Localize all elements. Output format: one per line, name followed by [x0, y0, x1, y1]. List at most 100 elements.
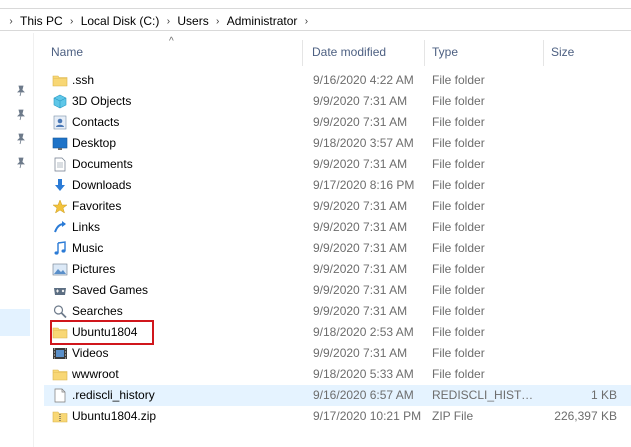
file-type: File folder — [432, 241, 485, 255]
file-name: Desktop — [72, 136, 117, 150]
column-divider[interactable] — [424, 40, 425, 66]
file-row[interactable]: .ssh 9/16/2020 4:22 AM File folder — [44, 70, 631, 91]
file-row[interactable]: Documents 9/9/2020 7:31 AM File folder — [44, 154, 631, 175]
column-header-date-modified[interactable]: Date modified — [312, 45, 386, 61]
pin-icon[interactable] — [15, 157, 27, 169]
documents-icon — [52, 157, 68, 172]
videos-icon — [52, 346, 68, 361]
pin-icon[interactable] — [15, 109, 27, 121]
column-divider[interactable] — [543, 40, 544, 66]
address-bar[interactable]: › This PC › Local Disk (C:) › Users › Ad… — [0, 8, 631, 31]
file-row[interactable]: 3D Objects 9/9/2020 7:31 AM File folder — [44, 91, 631, 112]
file-type: ZIP File — [432, 409, 474, 423]
file-date-modified: 9/17/2020 8:16 PM — [313, 178, 415, 192]
file-type: File folder — [432, 115, 485, 129]
file-type: File folder — [432, 367, 485, 381]
file-row[interactable]: Desktop 9/18/2020 3:57 AM File folder — [44, 133, 631, 154]
contacts-icon — [52, 115, 68, 130]
file-type: File folder — [432, 157, 485, 171]
file-date-modified: 9/9/2020 7:31 AM — [313, 157, 408, 171]
file-date-modified: 9/18/2020 5:33 AM — [313, 367, 414, 381]
3d-objects-icon — [52, 94, 68, 109]
chevron-right-icon[interactable]: › — [300, 13, 312, 29]
folder-icon — [52, 325, 68, 340]
file-row[interactable]: Contacts 9/9/2020 7:31 AM File folder — [44, 112, 631, 133]
file-name: 3D Objects — [72, 94, 132, 108]
file-date-modified: 9/9/2020 7:31 AM — [313, 199, 408, 213]
breadcrumb-local-disk[interactable]: Local Disk (C:) — [78, 14, 163, 28]
file-row[interactable]: Pictures 9/9/2020 7:31 AM File folder — [44, 259, 631, 280]
chevron-right-icon[interactable]: › — [162, 13, 174, 29]
file-row[interactable]: Downloads 9/17/2020 8:16 PM File folder — [44, 175, 631, 196]
column-header-name[interactable]: Name — [51, 45, 83, 61]
file-date-modified: 9/9/2020 7:31 AM — [313, 220, 408, 234]
file-type: File folder — [432, 220, 485, 234]
file-name: Downloads — [72, 178, 132, 192]
file-list: .ssh 9/16/2020 4:22 AM File folder 3D Objec… — [44, 70, 631, 427]
chevron-right-icon[interactable]: › — [5, 13, 17, 29]
chevron-right-icon[interactable]: › — [66, 13, 78, 29]
file-name: Searches — [72, 304, 123, 318]
file-name: wwwroot — [72, 367, 119, 381]
file-date-modified: 9/9/2020 7:31 AM — [313, 283, 408, 297]
file-date-modified: 9/18/2020 2:53 AM — [313, 325, 414, 339]
breadcrumb-administrator[interactable]: Administrator — [224, 14, 301, 28]
music-icon — [52, 241, 68, 256]
file-date-modified: 9/9/2020 7:31 AM — [313, 241, 408, 255]
file-row[interactable]: Ubuntu1804 9/18/2020 2:53 AM File folder — [44, 322, 631, 343]
file-row[interactable]: wwwroot 9/18/2020 5:33 AM File folder — [44, 364, 631, 385]
pin-icon[interactable] — [15, 85, 27, 97]
folder-icon — [52, 367, 68, 382]
column-header-type[interactable]: Type — [432, 45, 458, 61]
file-date-modified: 9/16/2020 6:57 AM — [313, 388, 414, 402]
file-name: Ubuntu1804 — [72, 325, 138, 339]
file-name: .rediscli_history — [72, 388, 155, 402]
navigation-pane[interactable] — [0, 33, 34, 447]
file-name: Pictures — [72, 262, 116, 276]
chevron-right-icon[interactable]: › — [212, 13, 224, 29]
file-type: File folder — [432, 178, 485, 192]
file-type: File folder — [432, 325, 485, 339]
file-row[interactable]: .rediscli_history 9/16/2020 6:57 AM REDISC… — [44, 385, 631, 406]
column-divider[interactable] — [302, 40, 303, 66]
file-date-modified: 9/9/2020 7:31 AM — [313, 94, 408, 108]
file-row[interactable]: Searches 9/9/2020 7:31 AM File folder — [44, 301, 631, 322]
file-name: Documents — [72, 157, 133, 171]
column-header-size[interactable]: Size — [551, 45, 574, 61]
downloads-icon — [52, 178, 68, 193]
file-date-modified: 9/9/2020 7:31 AM — [313, 115, 408, 129]
zip-icon — [52, 409, 68, 424]
file-date-modified: 9/9/2020 7:31 AM — [313, 262, 408, 276]
file-name: Links — [72, 220, 101, 234]
file-name: Music — [72, 241, 104, 255]
links-icon — [52, 220, 68, 235]
pictures-icon — [52, 262, 68, 277]
file-row[interactable]: Music 9/9/2020 7:31 AM File folder — [44, 238, 631, 259]
file-name: Videos — [72, 346, 109, 360]
breadcrumb-users[interactable]: Users — [174, 14, 211, 28]
file-name: .ssh — [72, 73, 95, 87]
file-row[interactable]: Videos 9/9/2020 7:31 AM File folder — [44, 343, 631, 364]
file-type: File folder — [432, 94, 485, 108]
file-row[interactable]: Favorites 9/9/2020 7:31 AM File folder — [44, 196, 631, 217]
folder-icon — [52, 73, 68, 88]
pin-icon[interactable] — [15, 133, 27, 145]
file-size: 1 KB — [590, 388, 617, 402]
file-row[interactable]: Ubuntu1804.zip 9/17/2020 10:21 PM ZIP File… — [44, 406, 631, 427]
breadcrumb-this-pc[interactable]: This PC — [17, 14, 66, 28]
file-date-modified: 9/9/2020 7:31 AM — [313, 304, 408, 318]
file-type: File folder — [432, 283, 485, 297]
file-name: Contacts — [72, 115, 120, 129]
file-date-modified: 9/16/2020 4:22 AM — [313, 73, 414, 87]
nav-item-selected[interactable] — [0, 309, 30, 336]
file-name: Saved Games — [72, 283, 149, 297]
file-date-modified: 9/18/2020 3:57 AM — [313, 136, 414, 150]
sort-ascending-icon: ^ — [169, 36, 174, 47]
file-row[interactable]: Saved Games 9/9/2020 7:31 AM File folder — [44, 280, 631, 301]
file-type: File folder — [432, 346, 485, 360]
file-type: File folder — [432, 262, 485, 276]
file-date-modified: 9/9/2020 7:31 AM — [313, 346, 408, 360]
file-type: File folder — [432, 304, 485, 318]
file-row[interactable]: Links 9/9/2020 7:31 AM File folder — [44, 217, 631, 238]
desktop-icon — [52, 136, 68, 151]
